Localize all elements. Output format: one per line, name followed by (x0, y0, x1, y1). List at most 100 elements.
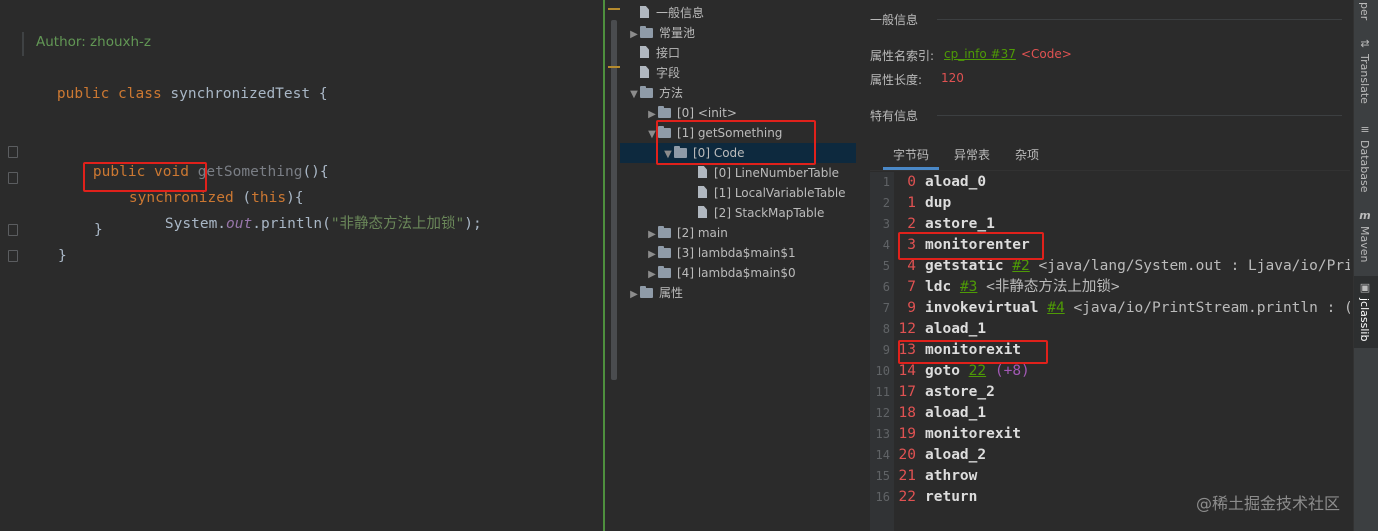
jump-target-link[interactable]: 22 (969, 363, 986, 379)
fold-icon[interactable] (8, 146, 18, 158)
strip-label-jclasslib[interactable]: jclasslib (1358, 298, 1371, 341)
bytecode-row[interactable]: 6 7 ldc #3 <非静态方法上加锁> (870, 277, 1350, 298)
line-number: 12 (875, 406, 890, 420)
tree-item-label: 常量池 (659, 26, 696, 40)
println-statement[interactable]: System.out.println("非静态方法上加锁"); (130, 194, 482, 232)
bytecode-offset: 22 (898, 489, 916, 505)
attribute-length-value: 120 (941, 71, 964, 85)
constant-pool-ref-link[interactable]: #4 (1047, 300, 1064, 316)
class-keywords: public class (56, 86, 162, 102)
tab-exception-table[interactable]: 异常表 (944, 148, 1000, 170)
bytecode-row[interactable]: 12 18 aload_1 (870, 403, 1350, 424)
tree-item-methods[interactable]: ▼ 方法 (628, 83, 683, 103)
line-number: 15 (875, 469, 890, 483)
tree-item-line-number-table[interactable]: [0] LineNumberTable (698, 163, 839, 183)
bytecode-row[interactable]: 8 12 aload_1 (870, 319, 1350, 340)
line-number: 8 (882, 322, 890, 336)
opcode: invokevirtual (925, 300, 1039, 316)
tree-item-constant-pool[interactable]: ▶ 常量池 (628, 23, 695, 43)
opcode-line: aload_0 (925, 172, 986, 193)
class-structure-tree[interactable]: 一般信息 ▶ 常量池 接口 字段 ▼ 方法 ▶ [0] <init> ▼ [1] get… (620, 0, 857, 531)
bytecode-row[interactable]: 1 0 aload_0 (870, 172, 1350, 193)
tree-item-stack-map-table[interactable]: [2] StackMapTable (698, 203, 824, 223)
bytecode-row[interactable]: 11 17 astore_2 (870, 382, 1350, 403)
editor-scrollbar[interactable] (608, 0, 620, 531)
tree-item-general-info[interactable]: 一般信息 (628, 3, 704, 23)
name-index-link[interactable]: cp_info #37 (944, 47, 1016, 61)
bytecode-row[interactable]: 15 21 athrow (870, 466, 1350, 487)
bytecode-row[interactable]: 10 14 goto 22 (+8) (870, 361, 1350, 382)
strip-label-maven[interactable]: Maven (1358, 226, 1371, 262)
strip-label-translate[interactable]: Translate (1358, 54, 1371, 104)
tree-item-method-lambda1[interactable]: ▶ [3] lambda$main$1 (646, 243, 796, 263)
tree-item-fields[interactable]: 字段 (628, 63, 680, 83)
opcode: aload_1 (925, 321, 987, 337)
strip-label-database[interactable]: Database (1358, 140, 1371, 193)
editor-divider (603, 0, 605, 531)
chevron-right-icon[interactable]: ▶ (646, 245, 658, 265)
bytecode-offset: 17 (898, 384, 916, 400)
opcode-line: astore_2 (925, 382, 995, 403)
opcode: astore_1 (925, 216, 995, 232)
bytecode-row[interactable]: 7 9 invokevirtual #4 <java/io/PrintStream.… (870, 298, 1350, 319)
fold-icon[interactable] (8, 224, 18, 236)
chevron-down-icon[interactable]: ▼ (628, 85, 640, 105)
tree-item-label: 接口 (656, 46, 681, 60)
jclasslib-icon[interactable]: ▣ (1359, 282, 1371, 294)
opcode-line: ldc #3 <非静态方法上加锁> (925, 277, 1120, 298)
bytecode-offset: 7 (907, 279, 916, 295)
chevron-right-icon[interactable]: ▶ (628, 285, 640, 305)
translate-icon[interactable]: ⇄ (1359, 38, 1371, 50)
file-icon (698, 186, 707, 198)
fold-icon[interactable] (8, 172, 18, 184)
method-declaration[interactable]: public void getSomething(){ (58, 142, 329, 180)
monitorexit-highlight-box (898, 340, 1048, 364)
constant-pool-ref-link[interactable]: #2 (1012, 258, 1029, 274)
tree-item-interfaces[interactable]: 接口 (628, 43, 680, 63)
opcode: astore_2 (925, 384, 995, 400)
chevron-right-icon[interactable]: ▶ (646, 265, 658, 285)
attribute-info-panel: 一般信息 属性名索引: cp_info #37 <Code> 属性长度: 120… (857, 0, 1353, 531)
scroll-thumb[interactable] (611, 20, 617, 380)
tree-item-attributes[interactable]: ▶ 属性 (628, 283, 683, 303)
tree-item-local-variable-table[interactable]: [1] LocalVariableTable (698, 183, 846, 203)
bytecode-offset: 9 (907, 300, 916, 316)
opcode: athrow (925, 468, 978, 484)
chevron-right-icon[interactable]: ▶ (646, 225, 658, 245)
constant-pool-ref-link[interactable]: #3 (960, 279, 977, 295)
bytecode-row[interactable]: 13 19 monitorexit (870, 424, 1350, 445)
statement-end: ); (464, 216, 482, 232)
strip-label-per[interactable]: per (1358, 2, 1371, 20)
tab-bytecode[interactable]: 字节码 (883, 148, 940, 170)
fold-icon[interactable] (8, 250, 18, 262)
class-declaration[interactable]: public class synchronizedTest { (22, 64, 328, 102)
maven-icon[interactable]: m (1359, 210, 1371, 222)
opcode: ldc (925, 279, 952, 295)
opcode: dup (925, 195, 952, 211)
out-field: out (226, 216, 253, 232)
method-close-brace: } (58, 248, 67, 264)
line-number: 2 (882, 196, 890, 210)
synchronized-highlight-box (83, 162, 207, 192)
system-class: System. (164, 216, 227, 232)
database-icon[interactable]: ≡ (1359, 124, 1371, 136)
file-icon (640, 6, 649, 18)
bytecode-listing[interactable]: 1 0 aload_0 2 1 dup 3 2 astore_1 4 3 monitorenter 5 4… (870, 172, 1350, 531)
folder-icon (640, 286, 653, 298)
tab-misc[interactable]: 杂项 (1005, 148, 1049, 170)
line-number: 16 (875, 490, 890, 504)
tree-item-method-lambda0[interactable]: ▶ [4] lambda$main$0 (646, 263, 796, 283)
println-call: .println( (252, 216, 331, 232)
tree-item-label: [0] LineNumberTable (714, 166, 840, 180)
opcode: getstatic (925, 258, 1004, 274)
tree-item-label: 属性 (659, 286, 684, 300)
tree-item-method-main[interactable]: ▶ [2] main (646, 223, 728, 243)
class-name: synchronizedTest { (170, 86, 328, 102)
code-editor[interactable]: Author: zhouxh-z public class synchroniz… (0, 0, 604, 531)
tree-item-label: 方法 (659, 86, 684, 100)
method-parens: (){ (302, 164, 329, 180)
bytecode-row[interactable]: 14 20 aload_2 (870, 445, 1350, 466)
bytecode-row[interactable]: 2 1 dup (870, 193, 1350, 214)
chevron-right-icon[interactable]: ▶ (628, 25, 640, 45)
line-number: 10 (875, 364, 890, 378)
